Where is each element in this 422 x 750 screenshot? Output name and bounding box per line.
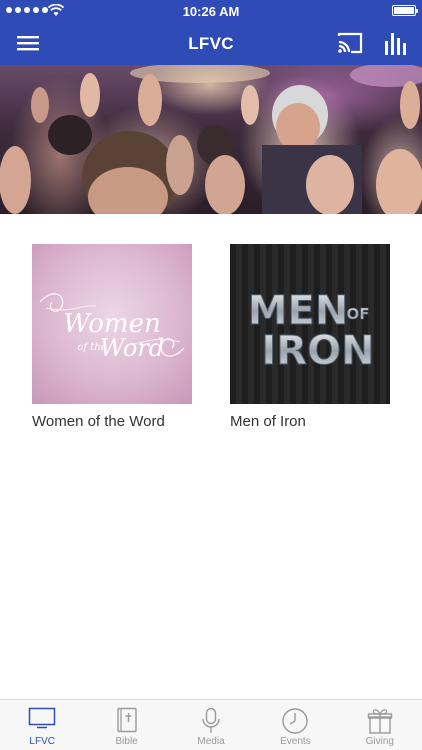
tab-bar: LFVC Bible Media Events Giving — [0, 699, 422, 750]
bible-icon — [116, 707, 137, 733]
card-title: Men of Iron — [230, 413, 306, 430]
tab-events[interactable]: Events — [253, 700, 337, 750]
bar-chart-icon[interactable] — [382, 29, 408, 57]
status-time: 10:26 AM — [182, 4, 240, 19]
tab-label: LFVC — [29, 736, 55, 747]
tab-label: Media — [197, 736, 225, 747]
cast-icon[interactable] — [336, 30, 364, 56]
tab-giving[interactable]: Giving — [338, 700, 422, 750]
tab-lfvc[interactable]: LFVC — [0, 700, 84, 750]
top-bar: 10:26 AM LFVC — [0, 0, 422, 65]
crowd-photo — [0, 65, 422, 214]
nav-bar: LFVC — [0, 22, 422, 65]
svg-text:OF: OF — [347, 305, 370, 323]
tab-label: Bible — [115, 736, 138, 747]
tab-media[interactable]: Media — [169, 700, 253, 750]
svg-text:IRON: IRON — [261, 328, 374, 374]
tab-bible[interactable]: Bible — [84, 700, 168, 750]
tab-label: Events — [280, 736, 311, 747]
tab-label: Giving — [365, 736, 394, 747]
status-bar: 10:26 AM — [0, 0, 422, 22]
gift-icon — [367, 709, 393, 734]
tv-icon — [28, 707, 56, 729]
clock-icon — [282, 708, 309, 734]
microphone-icon — [202, 707, 220, 733]
card-title: Women of the Word — [32, 413, 165, 430]
men-of-iron-thumbnail: MEN OF IRON — [230, 244, 390, 404]
card-men-of-iron[interactable]: MEN OF IRON Men of Iron — [230, 244, 390, 430]
battery-icon — [392, 5, 418, 16]
card-women-of-the-word[interactable]: Women of the Word Women of the Word — [32, 244, 192, 430]
women-of-the-word-thumbnail: Women of the Word — [32, 244, 192, 404]
hero-image — [0, 65, 422, 214]
svg-text:Word: Word — [100, 334, 164, 362]
